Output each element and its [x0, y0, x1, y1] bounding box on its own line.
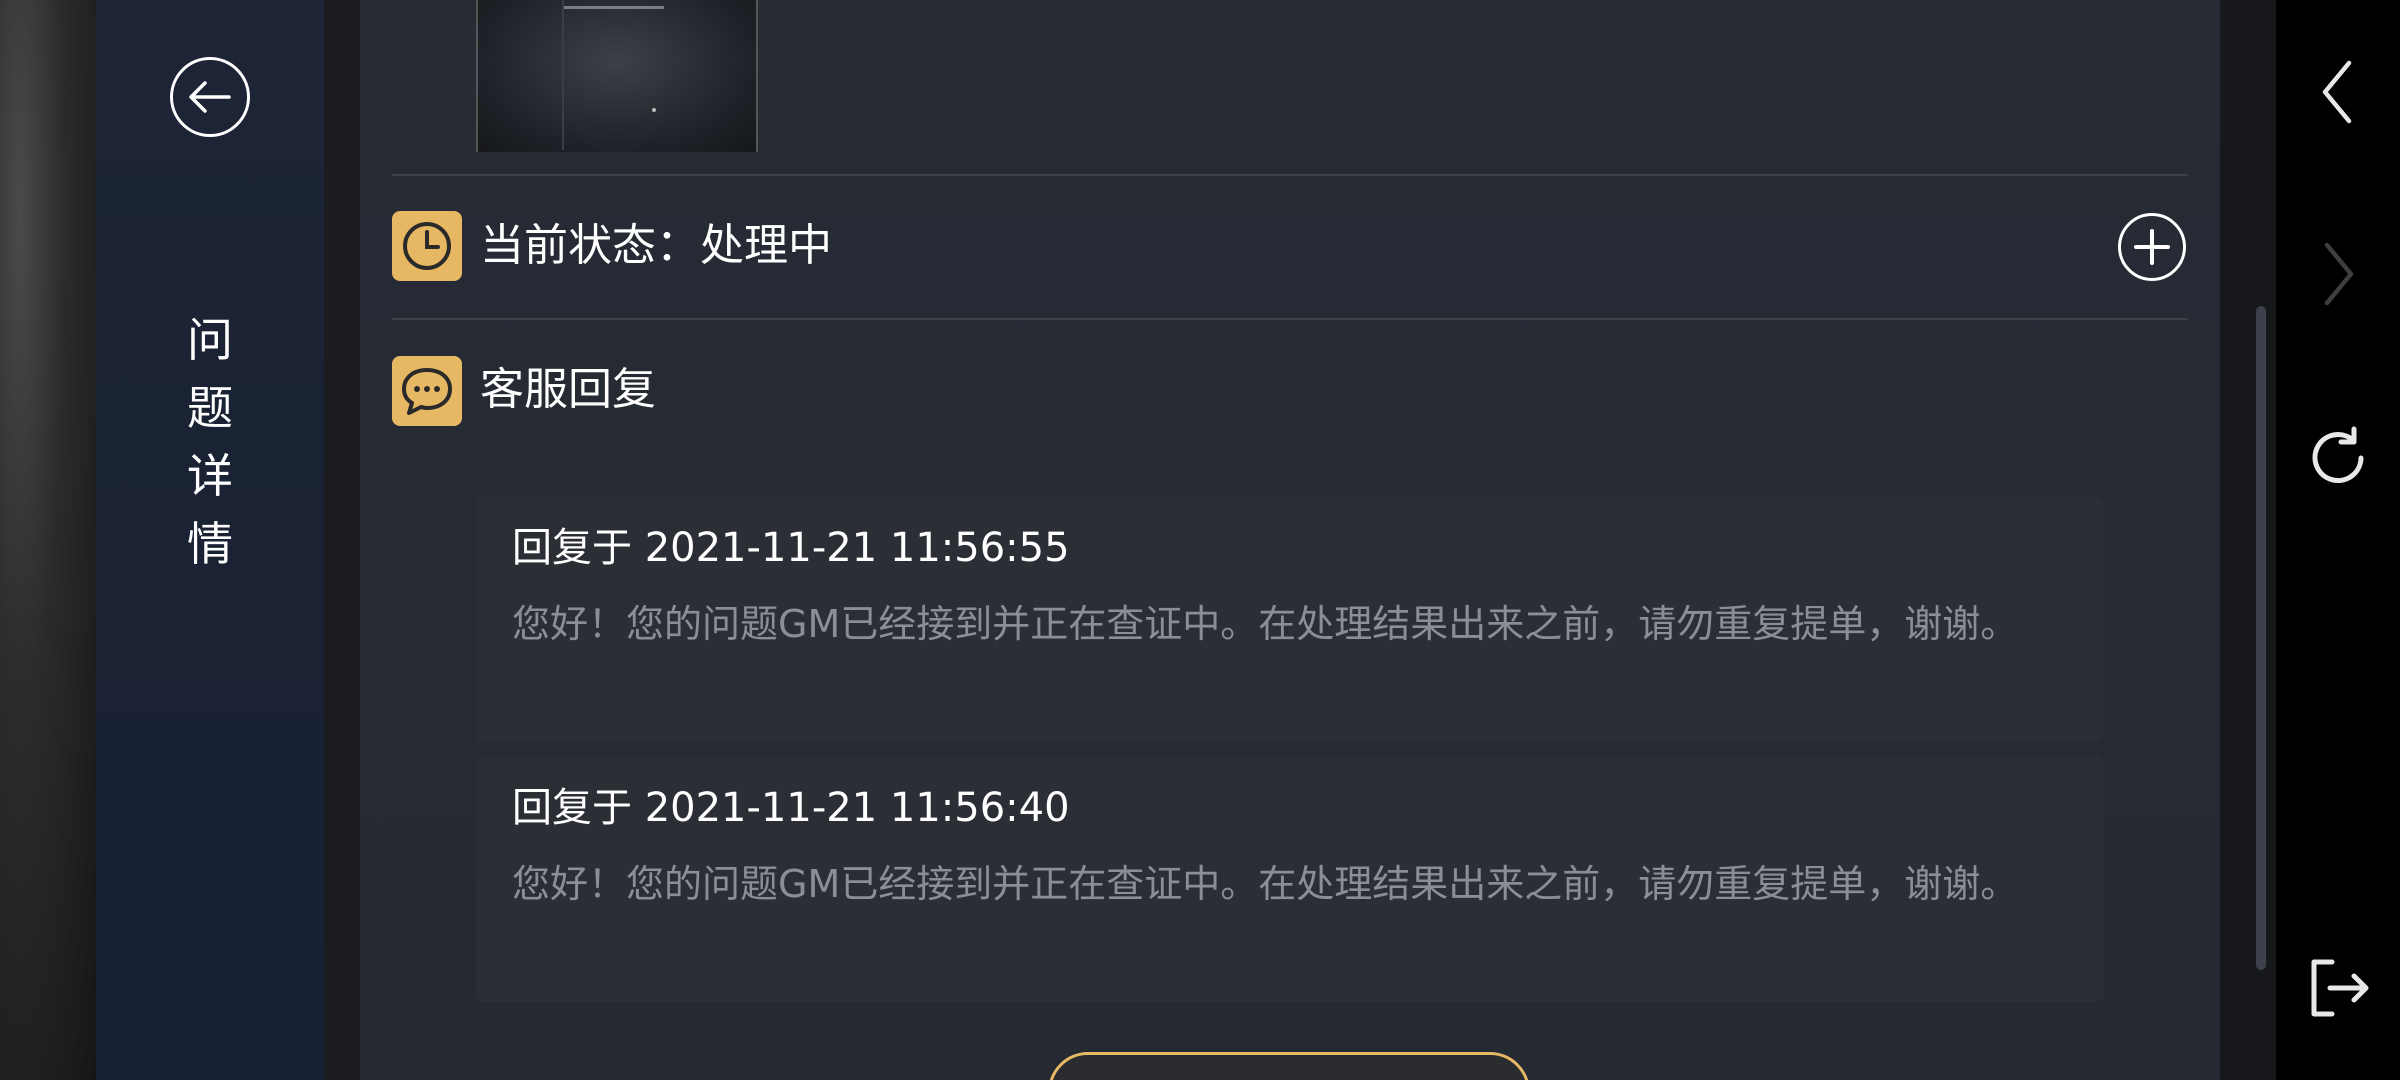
nav-refresh-button[interactable]	[2296, 416, 2380, 500]
thumbnail-text-line	[564, 6, 664, 9]
divider	[392, 174, 2188, 176]
exit-icon	[2311, 959, 2369, 1017]
status-label: 当前状态：处理中	[480, 220, 832, 271]
reply-message: 您好！您的问题GM已经接到并正在查证中。在处理结果出来之前，请勿重复提单，谢谢。	[512, 862, 2019, 906]
replies-label: 客服回复	[480, 364, 656, 415]
reply-message: 您好！您的问题GM已经接到并正在查证中。在处理结果出来之前，请勿重复提单，谢谢。	[512, 602, 2019, 646]
scrollbar[interactable]	[2256, 306, 2266, 970]
add-button[interactable]	[2118, 213, 2186, 281]
page-title-char: 详	[187, 449, 233, 503]
thumbnail-dot	[652, 108, 656, 112]
reply-time: 回复于 2021-11-21 11:56:40	[512, 785, 1070, 831]
reply-card: 回复于 2021-11-21 11:56:40 您好！您的问题GM已经接到并正在…	[476, 756, 2104, 1002]
plus-circle-icon	[2134, 229, 2170, 265]
page-title-char: 题	[187, 381, 233, 435]
nav-back-button[interactable]	[2296, 50, 2380, 134]
chevron-right-icon	[2324, 242, 2354, 306]
page-title-char: 问	[187, 313, 233, 367]
refresh-icon	[2312, 426, 2364, 484]
page-title-char: 情	[187, 517, 233, 571]
reply-card: 回复于 2021-11-21 11:56:55 您好！您的问题GM已经接到并正在…	[476, 496, 2104, 742]
chat-bubble-icon	[402, 368, 452, 415]
arrow-left-circle-icon	[189, 81, 231, 113]
reply-time: 回复于 2021-11-21 11:56:55	[512, 525, 1070, 571]
nav-exit-button[interactable]	[2296, 946, 2380, 1030]
clock-icon	[403, 222, 451, 270]
status-icon-box	[392, 211, 462, 281]
thumbnail-line	[562, 0, 564, 150]
replies-icon-box	[392, 356, 462, 426]
background-blur	[0, 0, 100, 1080]
bottom-action-button[interactable]	[1048, 1052, 1530, 1080]
page-title-vertical: 问 题 详 情	[180, 306, 240, 578]
divider	[392, 318, 2188, 320]
back-button[interactable]	[170, 57, 250, 137]
navigation-bar	[2276, 0, 2400, 1080]
chevron-left-icon	[2322, 60, 2352, 124]
nav-forward-button[interactable]	[2296, 232, 2380, 316]
attachment-thumbnail[interactable]	[476, 0, 758, 152]
screen: 问 题 详 情 当前状态：处理中 客服回复 回复于 2021-11-21 11:…	[0, 0, 2400, 1080]
